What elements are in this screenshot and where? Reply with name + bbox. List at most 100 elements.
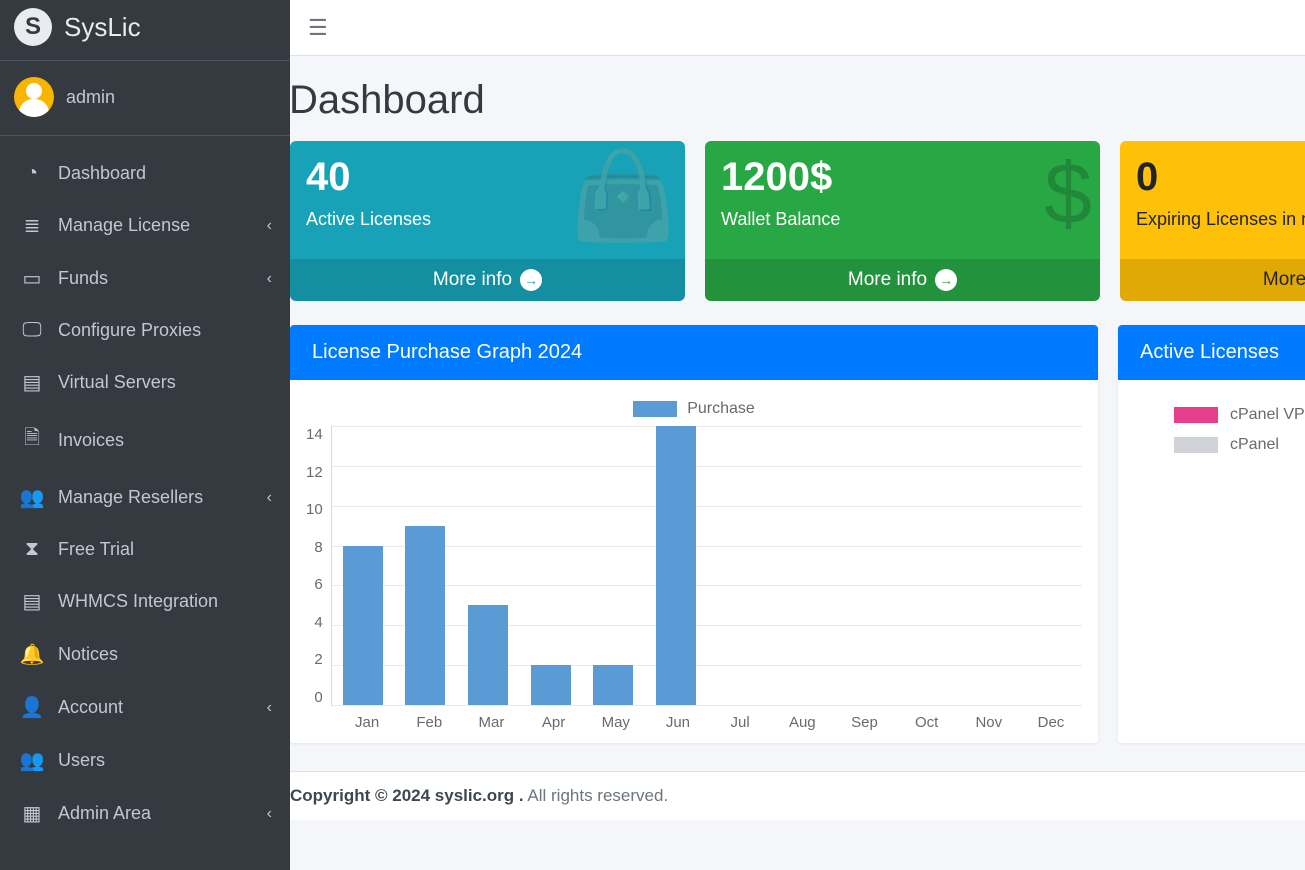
more-info-label: More info <box>1263 269 1305 291</box>
sidebar-item-funds[interactable]: ▭Funds‹ <box>0 252 290 305</box>
bar-nov <box>957 426 1020 705</box>
nav-label: Configure Proxies <box>58 320 272 341</box>
legend-swatch-icon <box>1174 437 1218 453</box>
x-tick: Jul <box>709 706 771 731</box>
x-tick: Sep <box>833 706 895 731</box>
sidebar-item-manage-license[interactable]: ≣Manage License‹ <box>0 199 290 252</box>
more-info-label: More info <box>848 269 927 291</box>
chart-legend: Purchase <box>306 400 1082 418</box>
legend-swatch-icon <box>633 401 677 417</box>
nav-icon: ≣ <box>18 213 46 238</box>
y-tick: 12 <box>306 464 323 481</box>
nav-icon: 👤 <box>18 695 46 720</box>
nav-icon: ▦ <box>18 801 46 826</box>
bar-chart: Purchase 14121086420 <box>306 400 1082 731</box>
x-tick: Jan <box>336 706 398 731</box>
bar <box>531 665 571 705</box>
bar-oct <box>894 426 957 705</box>
content: Dashboard 40Active Licenses👜More info→12… <box>290 56 1305 870</box>
nav-icon: 👥 <box>18 748 46 773</box>
nav-icon: ▤ <box>18 370 46 395</box>
bar-sep <box>832 426 895 705</box>
bar <box>468 605 508 705</box>
nav-label: Free Trial <box>58 539 272 560</box>
y-tick: 6 <box>314 576 322 593</box>
brand[interactable]: S SysLic <box>0 0 290 60</box>
chart-plot <box>331 426 1082 706</box>
more-info-label: More info <box>433 269 512 291</box>
bar <box>593 665 633 705</box>
user-panel[interactable]: admin <box>0 60 290 136</box>
chart-x-axis: JanFebMarAprMayJunJulAugSepOctNovDec <box>336 706 1082 731</box>
main: ☰ Dashboard 40Active Licenses👜More info→… <box>290 0 1305 870</box>
nav-label: Manage Resellers <box>58 487 267 508</box>
legend-row: cPanel VPS <box>1174 406 1305 424</box>
sidebar-item-dashboard[interactable]: ◔ Dashboard <box>0 148 290 199</box>
arrow-right-icon: → <box>935 269 957 291</box>
active-licenses-title: Active Licenses <box>1118 325 1305 380</box>
nav-label: Virtual Servers <box>58 372 272 393</box>
active-licenses-legend: cPanel VPS cPanel <box>1134 400 1305 454</box>
bar-jan <box>332 426 395 705</box>
sidebar-item-whmcs-integration[interactable]: ▤ WHMCS Integration <box>0 575 290 628</box>
stat-label: Wallet Balance <box>721 209 1084 230</box>
stat-bg-icon: 👜 <box>570 145 677 246</box>
nav-label: WHMCS Integration <box>58 591 272 612</box>
more-info-button[interactable]: More info→ <box>290 259 685 301</box>
nav-icon: 🔔 <box>18 642 46 667</box>
bar-aug <box>769 426 832 705</box>
stat-card-expiring-licenses-in-next-7-days: 0Expiring Licenses in next 7 days⏱More i… <box>1120 141 1305 301</box>
sidebar-item-configure-proxies[interactable]: 🖵Configure Proxies <box>0 305 290 356</box>
nav-icon: ▤ <box>18 589 46 614</box>
bar-feb <box>394 426 457 705</box>
stat-card-active-licenses: 40Active Licenses👜More info→ <box>290 141 685 301</box>
sidebar-item-free-trial[interactable]: ⧗Free Trial <box>0 524 290 575</box>
more-info-button[interactable]: More info → <box>705 259 1100 301</box>
more-info-button[interactable]: More info→ <box>1120 259 1305 301</box>
nav-icon: ◔ <box>18 162 46 185</box>
nav-label: Account <box>58 697 267 718</box>
bar-apr <box>519 426 582 705</box>
footer-rest: All rights reserved. <box>524 786 669 805</box>
nav-label: Dashboard <box>58 163 272 184</box>
bar <box>405 526 445 705</box>
sidebar-nav: ◔ Dashboard ≣Manage License‹▭Funds‹🖵Config… <box>0 136 290 870</box>
sidebar-item-admin-area[interactable]: ▦Admin Area‹ <box>0 787 290 840</box>
sidebar-item-notices[interactable]: 🔔 Notices <box>0 628 290 681</box>
legend-swatch-icon <box>1174 407 1218 423</box>
user-name: admin <box>66 87 115 108</box>
sidebar-item-account[interactable]: 👤Account‹ <box>0 681 290 734</box>
sidebar-item-invoices[interactable]: 🗎Invoices <box>0 409 290 471</box>
footer: Copyright © 2024 syslic.org . All rights… <box>290 771 1305 820</box>
brand-logo-icon: S <box>14 8 52 46</box>
y-tick: 8 <box>314 539 322 556</box>
stat-cards-row: 40Active Licenses👜More info→1200$Wallet … <box>290 141 1305 301</box>
nav-label: Admin Area <box>58 803 267 824</box>
y-tick: 2 <box>314 651 322 668</box>
sidebar-item-users[interactable]: 👥 Users <box>0 734 290 787</box>
x-tick: Aug <box>771 706 833 731</box>
x-tick: May <box>585 706 647 731</box>
y-tick: 4 <box>314 614 322 631</box>
stat-label: Expiring Licenses in next 7 days <box>1136 209 1305 230</box>
stat-bg-icon: $ <box>1044 145 1092 244</box>
panels-row: License Purchase Graph 2024 Purchase 141… <box>290 325 1305 743</box>
avatar-icon <box>14 77 54 117</box>
nav-label: Notices <box>58 644 272 665</box>
nav-icon: 👥 <box>18 485 46 510</box>
chevron-left-icon: ‹ <box>267 270 272 288</box>
hamburger-icon[interactable]: ☰ <box>308 15 328 41</box>
chart-y-axis: 14121086420 <box>306 426 331 706</box>
stat-value: 1200$ <box>721 155 1084 199</box>
sidebar: S SysLic admin ◔ Dashboard ≣Manage License… <box>0 0 290 870</box>
sidebar-item-manage-resellers[interactable]: 👥Manage Resellers‹ <box>0 471 290 524</box>
sidebar-item-virtual-servers[interactable]: ▤ Virtual Servers <box>0 356 290 409</box>
nav-label: Users <box>58 750 272 771</box>
y-tick: 10 <box>306 501 323 518</box>
legend-label: cPanel VPS <box>1230 406 1305 424</box>
x-tick: Oct <box>896 706 958 731</box>
page-title: Dashboard <box>290 78 1305 141</box>
x-tick: Dec <box>1020 706 1082 731</box>
legend-label: cPanel <box>1230 436 1279 454</box>
nav-label: Invoices <box>58 430 272 451</box>
